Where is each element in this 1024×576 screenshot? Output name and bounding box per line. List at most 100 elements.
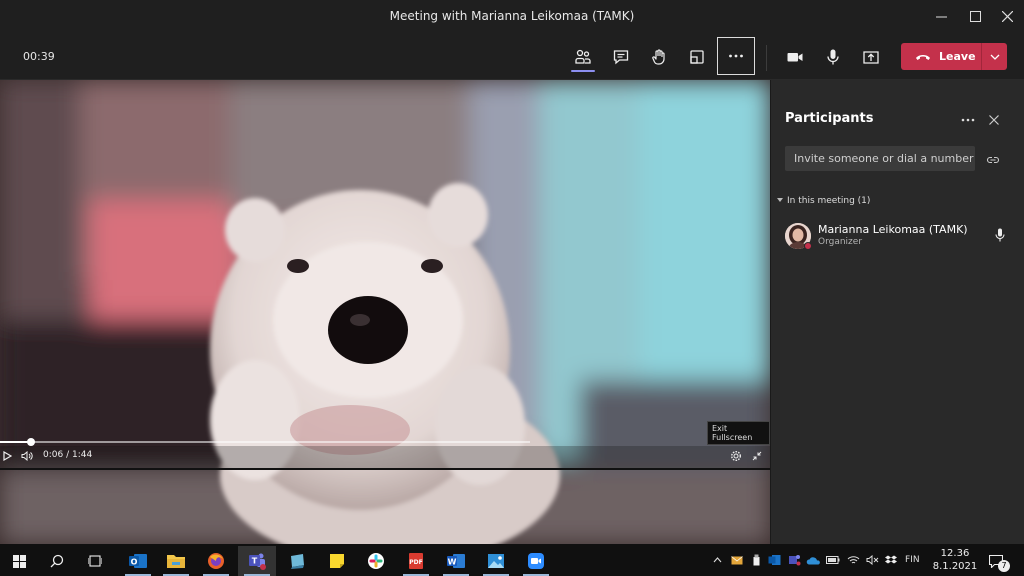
chevron-down-icon [990, 54, 999, 60]
show-participants-button[interactable] [565, 39, 601, 75]
time-separator: / [66, 450, 70, 460]
more-options-icon [961, 118, 975, 122]
onedrive-icon [806, 556, 820, 564]
minimize-icon [935, 16, 947, 18]
tray-teams[interactable] [786, 544, 802, 576]
shared-video[interactable]: Exit Fullscreen 0:06 / 1:44 [0, 80, 770, 544]
exit-fullscreen-tooltip: Exit Fullscreen [707, 421, 770, 445]
task-view-icon [88, 555, 102, 567]
show-chat-button[interactable] [603, 39, 639, 75]
invite-input[interactable] [785, 146, 975, 171]
microphone-icon [827, 49, 839, 65]
volume-button[interactable] [21, 450, 33, 464]
minimize-button[interactable] [924, 0, 958, 33]
volume-icon [21, 450, 33, 462]
leave-options-button[interactable] [982, 54, 1007, 60]
meeting-timer: 00:39 [23, 50, 55, 63]
panel-more-button[interactable] [961, 110, 975, 126]
breakout-rooms-button[interactable] [679, 39, 715, 75]
more-actions-button[interactable] [717, 37, 755, 75]
video-lower-strip [0, 468, 770, 544]
exit-fullscreen-icon [752, 451, 762, 461]
tray-usb[interactable] [749, 544, 763, 576]
outlook-app[interactable]: O [119, 546, 157, 576]
share-screen-button[interactable] [853, 39, 889, 75]
presence-busy-icon [804, 242, 812, 250]
section-label: In this meeting (1) [787, 196, 871, 206]
close-panel-button[interactable] [989, 111, 999, 129]
people-icon [575, 49, 591, 64]
in-meeting-section-toggle[interactable]: In this meeting (1) [777, 196, 870, 206]
taskbar-search-button[interactable] [38, 546, 76, 576]
pdf-app[interactable]: PDF [397, 546, 435, 576]
share-screen-icon [863, 51, 879, 64]
participant-mic-button[interactable] [995, 227, 1005, 246]
maximize-button[interactable] [958, 0, 992, 33]
close-window-button[interactable] [990, 0, 1024, 33]
participant-row[interactable]: Marianna Leikomaa (TAMK) Organizer [785, 221, 1011, 251]
notes-icon [291, 554, 304, 569]
volume-muted-icon [866, 555, 878, 565]
window-title: Meeting with Marianna Leikomaa (TAMK) [389, 9, 635, 23]
tray-wifi[interactable] [845, 544, 861, 576]
file-explorer-icon [167, 555, 185, 568]
file-explorer-app[interactable] [157, 546, 195, 576]
tray-mail[interactable] [729, 544, 745, 576]
video-settings-button[interactable] [730, 450, 742, 465]
leave-split-button: Leave [901, 43, 1007, 70]
photos-app[interactable] [477, 546, 515, 576]
sticky-notes-icon [330, 554, 344, 568]
taskbar-clock[interactable]: 12.36 8.1.2021 [930, 547, 980, 573]
raise-hand-icon [652, 49, 665, 65]
hang-up-icon [916, 54, 930, 60]
teams-icon: T [249, 553, 266, 570]
video-time: 0:06 / 1:44 [43, 450, 92, 460]
video-progress-bar[interactable] [0, 438, 530, 446]
tray-dropbox[interactable] [883, 544, 899, 576]
camera-toggle-button[interactable] [777, 39, 813, 75]
close-icon [989, 115, 999, 125]
camera-icon [787, 53, 803, 62]
tray-outlook[interactable] [766, 544, 782, 576]
show-hidden-icons-button[interactable] [710, 544, 724, 576]
leave-button[interactable]: Leave [901, 43, 981, 70]
play-icon [3, 450, 13, 462]
toolbar-divider [766, 45, 767, 71]
video-progress-knob[interactable] [26, 438, 35, 446]
tray-volume[interactable] [864, 544, 880, 576]
slack-icon [368, 553, 384, 569]
slack-app[interactable] [357, 546, 395, 576]
word-app[interactable]: W [437, 546, 475, 576]
participant-name: Marianna Leikomaa (TAMK) [818, 223, 968, 236]
duration: 1:44 [72, 450, 93, 460]
notes-app[interactable] [278, 546, 316, 576]
sticky-notes-app[interactable] [318, 546, 356, 576]
start-button[interactable] [0, 546, 38, 576]
raise-hand-button[interactable] [641, 39, 677, 75]
zoom-app[interactable] [517, 546, 555, 576]
notification-count-badge: 7 [998, 560, 1010, 572]
firefox-app[interactable] [197, 546, 235, 576]
exit-fullscreen-button[interactable] [752, 451, 762, 464]
svg-text:W: W [448, 558, 457, 567]
task-view-button[interactable] [76, 546, 114, 576]
teams-icon [788, 555, 800, 566]
tray-battery[interactable] [825, 544, 841, 576]
panel-title: Participants [785, 111, 874, 126]
more-actions-icon [729, 54, 743, 58]
share-invite-link-button[interactable] [986, 150, 1000, 169]
microphone-toggle-button[interactable] [815, 39, 851, 75]
firefox-icon [208, 553, 224, 569]
play-button[interactable] [3, 450, 13, 464]
usb-drive-icon [753, 554, 759, 566]
search-icon [50, 554, 64, 568]
tray-onedrive[interactable] [805, 544, 822, 576]
svg-text:PDF: PDF [409, 559, 422, 566]
input-language[interactable]: FIN [905, 555, 920, 565]
teams-app[interactable]: T [238, 546, 276, 576]
gear-icon [730, 450, 742, 462]
participant-role: Organizer [818, 237, 863, 247]
svg-text:O: O [131, 558, 138, 567]
clock-time: 12.36 [940, 548, 970, 559]
mail-icon [731, 555, 743, 564]
